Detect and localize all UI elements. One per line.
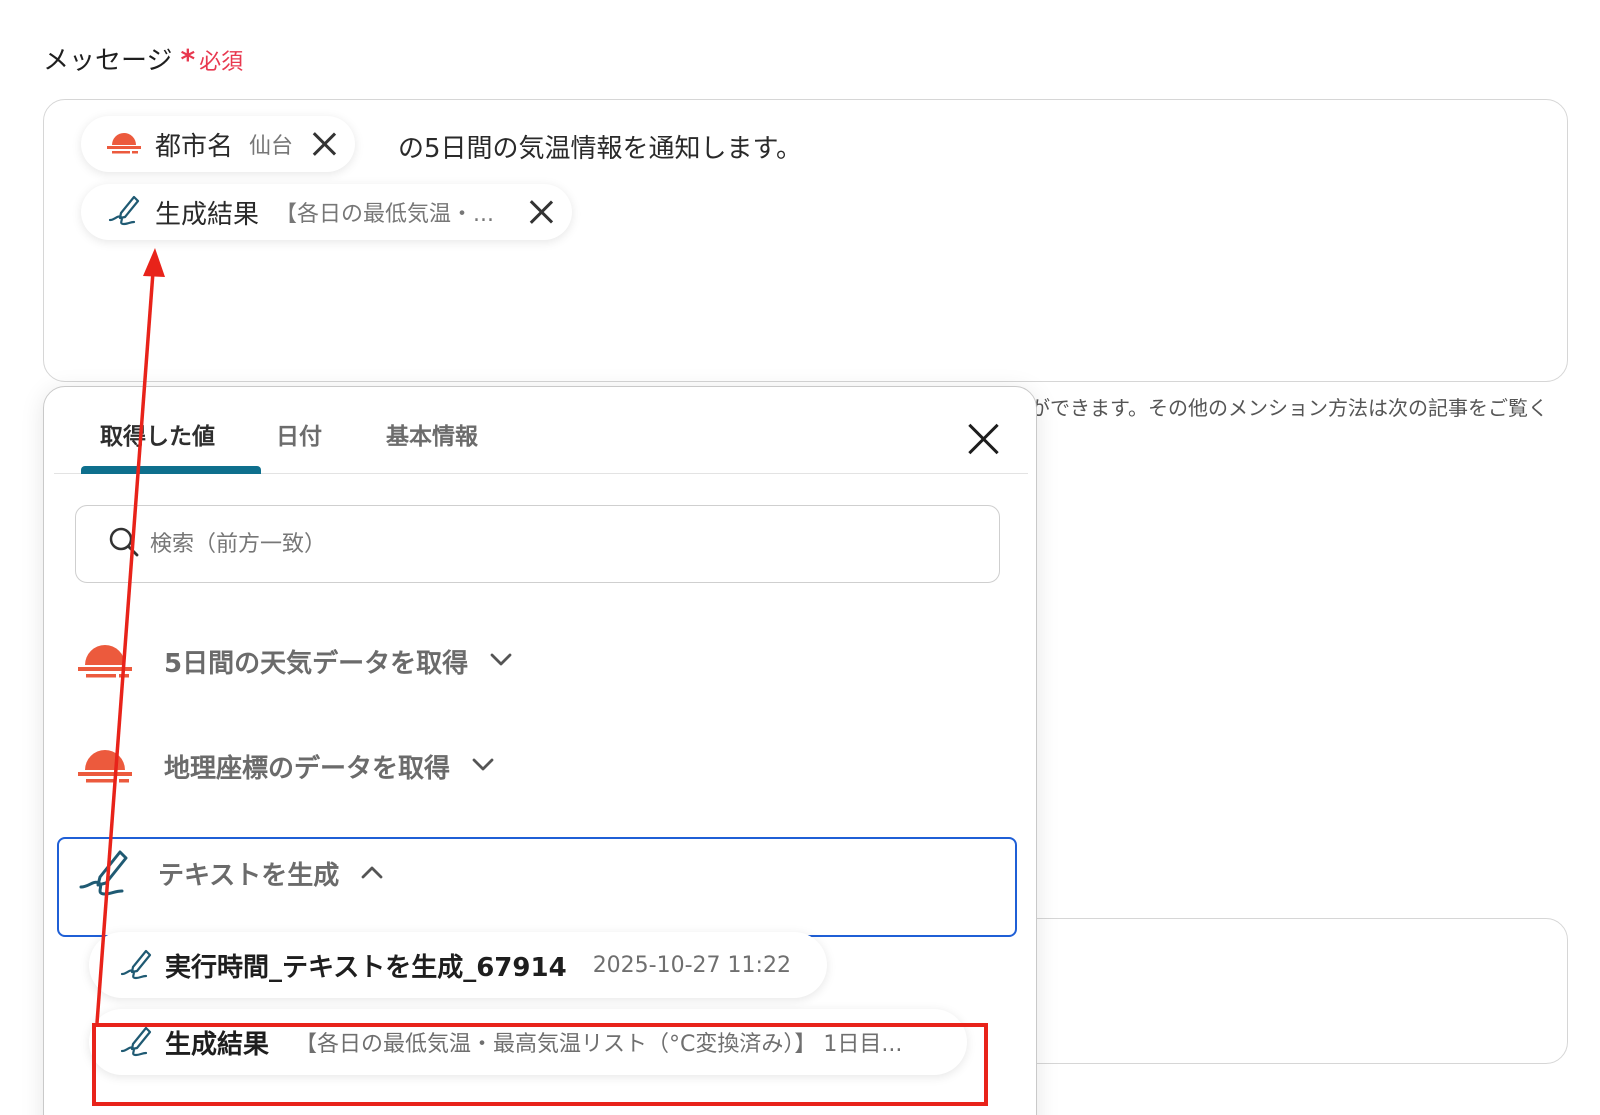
item-name: 実行時間_テキストを生成_67914 xyxy=(165,952,567,983)
pen-icon xyxy=(78,843,132,903)
annotation-highlight-box xyxy=(92,1023,988,1106)
group-generate-text[interactable]: テキストを生成 xyxy=(78,843,383,903)
chevron-up-icon xyxy=(361,864,383,883)
weather-sun-icon xyxy=(107,126,141,163)
chip-name: 生成結果 xyxy=(155,199,260,230)
message-label-text: メッセージ xyxy=(43,46,173,76)
help-text: ができます。その他のメンション方法は次の記事をご覧く xyxy=(1030,396,1548,420)
remove-chip-close-icon[interactable] xyxy=(528,199,554,225)
weather-sun-icon xyxy=(78,742,132,790)
chevron-down-icon xyxy=(472,757,494,776)
tab-acquired-values[interactable]: 取得した値 xyxy=(100,417,215,451)
search-field[interactable] xyxy=(75,505,1000,583)
close-panel-icon[interactable] xyxy=(966,421,1002,457)
tab-basic-info[interactable]: 基本情報 xyxy=(386,417,478,451)
message-static-text: の5日間の気温情報を通知します。 xyxy=(398,134,802,164)
chip-name: 都市名 xyxy=(155,131,234,162)
weather-sun-icon xyxy=(78,637,132,685)
group-geo-coordinates[interactable]: 地理座標のデータを取得 xyxy=(78,742,494,790)
generated-result-chip[interactable]: 生成結果 【各日の最低気温・... xyxy=(81,184,572,240)
background-input-box[interactable] xyxy=(960,918,1568,1064)
pen-icon xyxy=(107,191,141,234)
value-picker-panel: 取得した値 日付 基本情報 5日間の天気データを取得 xyxy=(43,386,1037,1115)
group-label: テキストを生成 xyxy=(158,860,340,891)
required-text: 必須 xyxy=(199,50,244,75)
search-icon xyxy=(108,526,140,562)
tab-date[interactable]: 日付 xyxy=(276,417,322,451)
list-item-execution-time[interactable]: 実行時間_テキストを生成_67914 2025-10-27 11:22 xyxy=(89,932,827,998)
required-asterisk: * xyxy=(180,43,196,76)
pen-icon xyxy=(119,945,153,985)
group-5day-weather[interactable]: 5日間の天気データを取得 xyxy=(78,637,512,685)
item-value: 2025-10-27 11:22 xyxy=(592,952,791,978)
chevron-down-icon xyxy=(490,652,512,671)
group-label: 地理座標のデータを取得 xyxy=(164,753,451,784)
picker-tabs: 取得した値 日付 基本情報 xyxy=(54,387,1028,474)
group-label: 5日間の天気データを取得 xyxy=(164,648,469,679)
chip-value: 【各日の最低気温・... xyxy=(275,202,494,227)
remove-chip-close-icon[interactable] xyxy=(311,131,337,157)
message-field-label: メッセージ * 必須 xyxy=(43,40,243,77)
city-name-chip[interactable]: 都市名 仙台 xyxy=(81,116,356,172)
active-tab-indicator xyxy=(81,466,261,474)
chip-value: 仙台 xyxy=(249,134,294,159)
search-input[interactable] xyxy=(150,531,930,557)
